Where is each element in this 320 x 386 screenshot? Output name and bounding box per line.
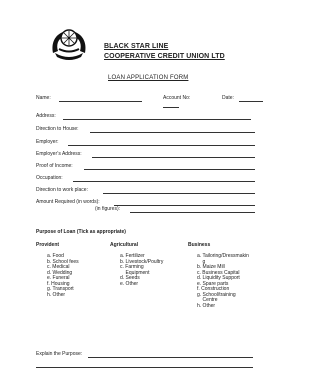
business-option[interactable]: h. Other	[197, 303, 249, 310]
direction-to-work-field[interactable]	[103, 193, 255, 194]
agricultural-option[interactable]: e. Other	[120, 281, 163, 288]
amount-figures-label: (in figures):	[95, 206, 121, 212]
business-list: a. Tailoring/Dressmakin g b. Maize Mill …	[197, 253, 249, 310]
occupation-label: Occupation:	[36, 175, 63, 181]
account-no-label: Account No:	[163, 95, 191, 101]
explain-purpose-label: Explain the Purpose:	[36, 351, 83, 357]
org-name-line1: BLACK STAR LINE	[104, 43, 169, 50]
purpose-heading: Purpose of Loan (Tick as appropriate)	[36, 229, 126, 235]
proof-of-income-field[interactable]	[84, 169, 255, 170]
employer-label: Employer:	[36, 139, 59, 145]
form-title: LOAN APPLICATION FORM	[108, 75, 189, 81]
address-field[interactable]	[63, 119, 251, 120]
agricultural-list: a. Fertilizer b. Livestock/Poultry c. Fa…	[120, 253, 163, 288]
address-label: Address:	[36, 113, 56, 119]
proof-of-income-label: Proof of Income:	[36, 163, 73, 169]
employer-address-field[interactable]	[92, 157, 255, 158]
direction-to-work-label: Direction to work place:	[36, 187, 88, 193]
explain-purpose-field-line2[interactable]	[36, 367, 253, 368]
date-label: Date:	[222, 95, 234, 101]
account-no-field[interactable]	[163, 107, 179, 108]
employer-field[interactable]	[68, 145, 255, 146]
employer-address-label: Employer’s Address:	[36, 151, 82, 157]
occupation-field[interactable]	[73, 181, 255, 182]
name-field[interactable]	[59, 101, 142, 102]
amount-words-field[interactable]	[114, 205, 255, 206]
credit-union-logo	[52, 29, 86, 60]
provident-heading: Provident	[36, 242, 60, 248]
amount-words-label: Amount Required (in words):	[36, 199, 100, 205]
date-field[interactable]	[239, 101, 263, 102]
provident-list: a. Food b. School fees c. Medical d. Wed…	[47, 253, 79, 299]
agricultural-heading: Agricultural	[110, 242, 139, 248]
name-label: Name:	[36, 95, 51, 101]
loan-application-form: BLACK STAR LINE COOPERATIVE CREDIT UNION…	[0, 0, 298, 386]
provident-option[interactable]: h. Other	[47, 292, 79, 299]
explain-purpose-field[interactable]	[88, 357, 253, 358]
business-heading: Business	[188, 242, 211, 248]
amount-figures-field[interactable]	[130, 212, 255, 213]
direction-to-house-field[interactable]	[90, 132, 255, 133]
org-name-line2: COOPERATIVE CREDIT UNION LTD	[104, 53, 225, 60]
direction-to-house-label: Direction to House:	[36, 126, 79, 132]
